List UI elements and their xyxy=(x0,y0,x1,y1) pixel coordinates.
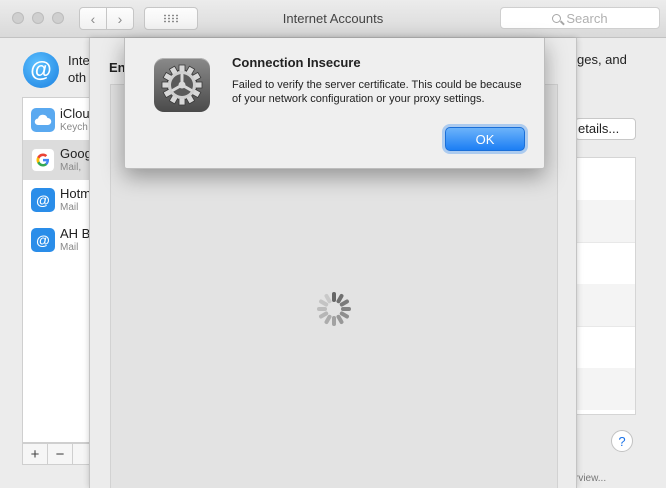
account-list: iClou Keych Goog Mail, @ Hotm Mail @ AH … xyxy=(22,97,92,443)
details-button[interactable]: etails... xyxy=(575,118,636,140)
google-icon xyxy=(31,148,55,172)
table-row xyxy=(576,200,635,242)
at-icon: @ xyxy=(31,228,55,252)
account-row-hotmail[interactable]: @ Hotm Mail xyxy=(23,180,91,220)
at-icon: @ xyxy=(31,188,55,212)
table-divider xyxy=(576,326,635,327)
account-row-icloud[interactable]: iClou Keych xyxy=(23,100,91,140)
search-icon xyxy=(552,13,562,23)
footer-fragment: rview... xyxy=(575,473,607,484)
account-row-ah[interactable]: @ AH B Mail xyxy=(23,220,91,260)
loading-spinner-icon xyxy=(317,292,351,326)
search-placeholder: Search xyxy=(566,10,608,26)
remove-account-button[interactable]: − xyxy=(48,444,73,464)
account-list-controls: + − xyxy=(22,443,92,465)
table-row xyxy=(576,368,635,410)
help-button[interactable]: ? xyxy=(611,430,633,452)
intro-text-fragment: ges, and xyxy=(577,52,627,67)
alert-message: Failed to verify the server certificate.… xyxy=(232,79,522,105)
title-bar: ‹ › Internet Accounts Search xyxy=(0,0,666,38)
alert-title: Connection Insecure xyxy=(232,55,361,70)
account-row-google[interactable]: Goog Mail, xyxy=(23,140,91,180)
services-table xyxy=(575,157,636,415)
icloud-icon xyxy=(31,108,55,132)
ok-button[interactable]: OK xyxy=(445,127,525,151)
internet-accounts-icon: @ xyxy=(23,52,59,88)
search-field[interactable]: Search xyxy=(500,7,660,29)
gear-icon xyxy=(154,58,210,112)
add-account-button[interactable]: + xyxy=(23,444,48,464)
intro-text: Inte oth xyxy=(68,53,90,85)
connection-insecure-alert: Connection Insecure Failed to verify the… xyxy=(124,38,545,169)
table-row xyxy=(576,284,635,326)
table-divider xyxy=(576,242,635,243)
